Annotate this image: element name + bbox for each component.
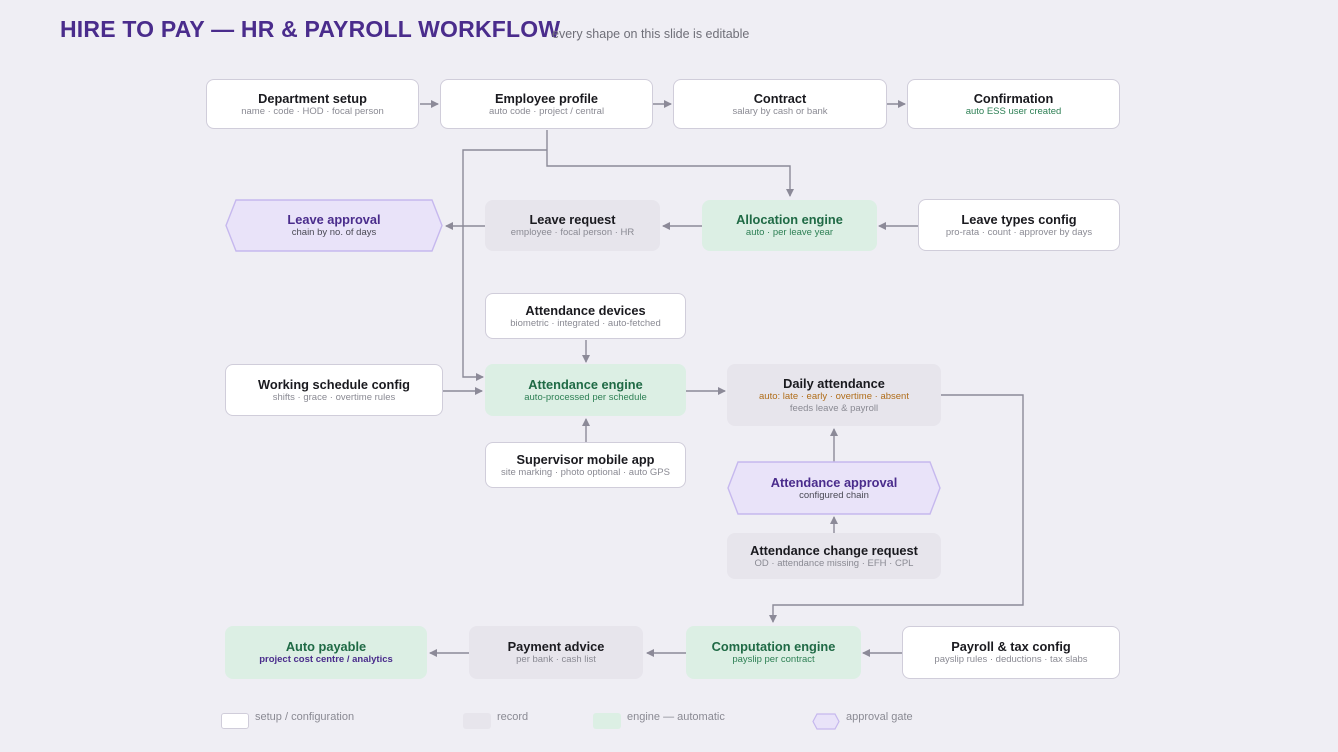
node-department-setup[interactable]: Department setup name · code · HOD · foc… [206, 79, 419, 129]
node-title: Leave types config [961, 211, 1077, 227]
node-confirmation[interactable]: Confirmation auto ESS user created [907, 79, 1120, 129]
node-title: Department setup [258, 90, 367, 106]
node-daily-attendance[interactable]: Daily attendance auto: late · early · ov… [727, 364, 941, 426]
node-title: Leave approval [287, 212, 381, 227]
node-subtitle: shifts · grace · overtime rules [272, 391, 396, 403]
node-subtitle: auto code · project / central [488, 105, 605, 117]
node-title: Employee profile [494, 90, 599, 106]
legend-label-approval: approval gate [846, 711, 913, 723]
node-subtitle-2: feeds leave & payroll [789, 402, 879, 414]
node-allocation-engine[interactable]: Allocation engine auto · per leave year [702, 200, 877, 251]
node-computation-engine[interactable]: Computation engine payslip per contract [686, 626, 861, 679]
node-attendance-approval[interactable]: Attendance approval configured chain [727, 461, 941, 515]
node-leave-request[interactable]: Leave request employee · focal person · … [485, 200, 660, 251]
legend-label-setup: setup / configuration [255, 711, 355, 723]
node-title: Allocation engine [736, 212, 843, 227]
node-supervisor-mobile-app[interactable]: Supervisor mobile app site marking · pho… [485, 442, 686, 488]
node-subtitle: chain by no. of days [291, 227, 377, 238]
node-payroll-tax-config[interactable]: Payroll & tax config payslip rules · ded… [902, 626, 1120, 679]
node-title: Attendance approval [770, 474, 898, 490]
node-title: Confirmation [973, 90, 1054, 106]
node-title: Attendance change request [750, 542, 918, 558]
node-attendance-devices[interactable]: Attendance devices biometric · integrate… [485, 293, 686, 339]
node-attendance-engine[interactable]: Attendance engine auto-processed per sch… [485, 364, 686, 416]
node-contract[interactable]: Contract salary by cash or bank [673, 79, 887, 129]
node-subtitle: pro-rata · count · approver by days [945, 226, 1093, 238]
node-subtitle: project cost centre / analytics [259, 654, 393, 665]
node-title: Payment advice [507, 639, 605, 654]
node-title: Working schedule config [258, 376, 410, 392]
legend-swatch-engine [593, 713, 621, 729]
node-payment-advice[interactable]: Payment advice per bank · cash list [469, 626, 643, 679]
node-title: Leave request [529, 212, 616, 227]
legend-swatch-setup [221, 713, 249, 729]
arrow-employee-to-attendance-engine [462, 149, 547, 381]
node-title: Attendance engine [528, 376, 643, 392]
node-subtitle: salary by cash or bank [732, 105, 828, 117]
node-title: Payroll & tax config [951, 639, 1071, 654]
node-title: Contract [753, 90, 807, 106]
node-leave-approval[interactable]: Leave approval chain by no. of days [225, 199, 443, 252]
node-subtitle: per bank · cash list [516, 654, 596, 665]
node-subtitle: auto ESS user created [965, 105, 1062, 117]
node-subtitle: OD · attendance missing · EFH · CPL [754, 557, 914, 569]
node-title: Supervisor mobile app [516, 451, 655, 467]
legend-swatch-approval [812, 713, 840, 730]
node-subtitle: auto · per leave year [745, 227, 834, 238]
node-subtitle: site marking · photo optional · auto GPS [501, 466, 670, 478]
arrow-employee-to-allocation [546, 130, 794, 197]
node-attendance-change-request[interactable]: Attendance change request OD · attendanc… [727, 533, 941, 579]
node-subtitle: employee · focal person · HR [510, 227, 635, 238]
node-subtitle: auto: late · early · overtime · absent [759, 390, 909, 402]
node-subtitle: payslip per contract [732, 654, 815, 665]
node-title: Attendance devices [525, 302, 646, 318]
node-subtitle: biometric · integrated · auto-fetched [510, 317, 661, 329]
legend-label-engine: engine — automatic [627, 711, 725, 723]
legend-swatch-record [463, 713, 491, 729]
node-title: Computation engine [711, 639, 836, 654]
node-subtitle: payslip rules · deductions · tax slabs [934, 654, 1088, 665]
node-subtitle: configured chain [799, 489, 869, 501]
node-subtitle: auto-processed per schedule [524, 391, 647, 403]
node-title: Daily attendance [783, 375, 885, 391]
node-leave-types-config[interactable]: Leave types config pro-rata · count · ap… [918, 199, 1120, 251]
node-auto-payable[interactable]: Auto payable project cost centre / analy… [225, 626, 427, 679]
legend-label-record: record [497, 711, 529, 723]
node-employee-profile[interactable]: Employee profile auto code · project / c… [440, 79, 653, 129]
node-working-schedule-config[interactable]: Working schedule config shifts · grace ·… [225, 364, 443, 416]
node-title: Auto payable [285, 639, 367, 654]
node-subtitle: name · code · HOD · focal person [241, 105, 384, 117]
